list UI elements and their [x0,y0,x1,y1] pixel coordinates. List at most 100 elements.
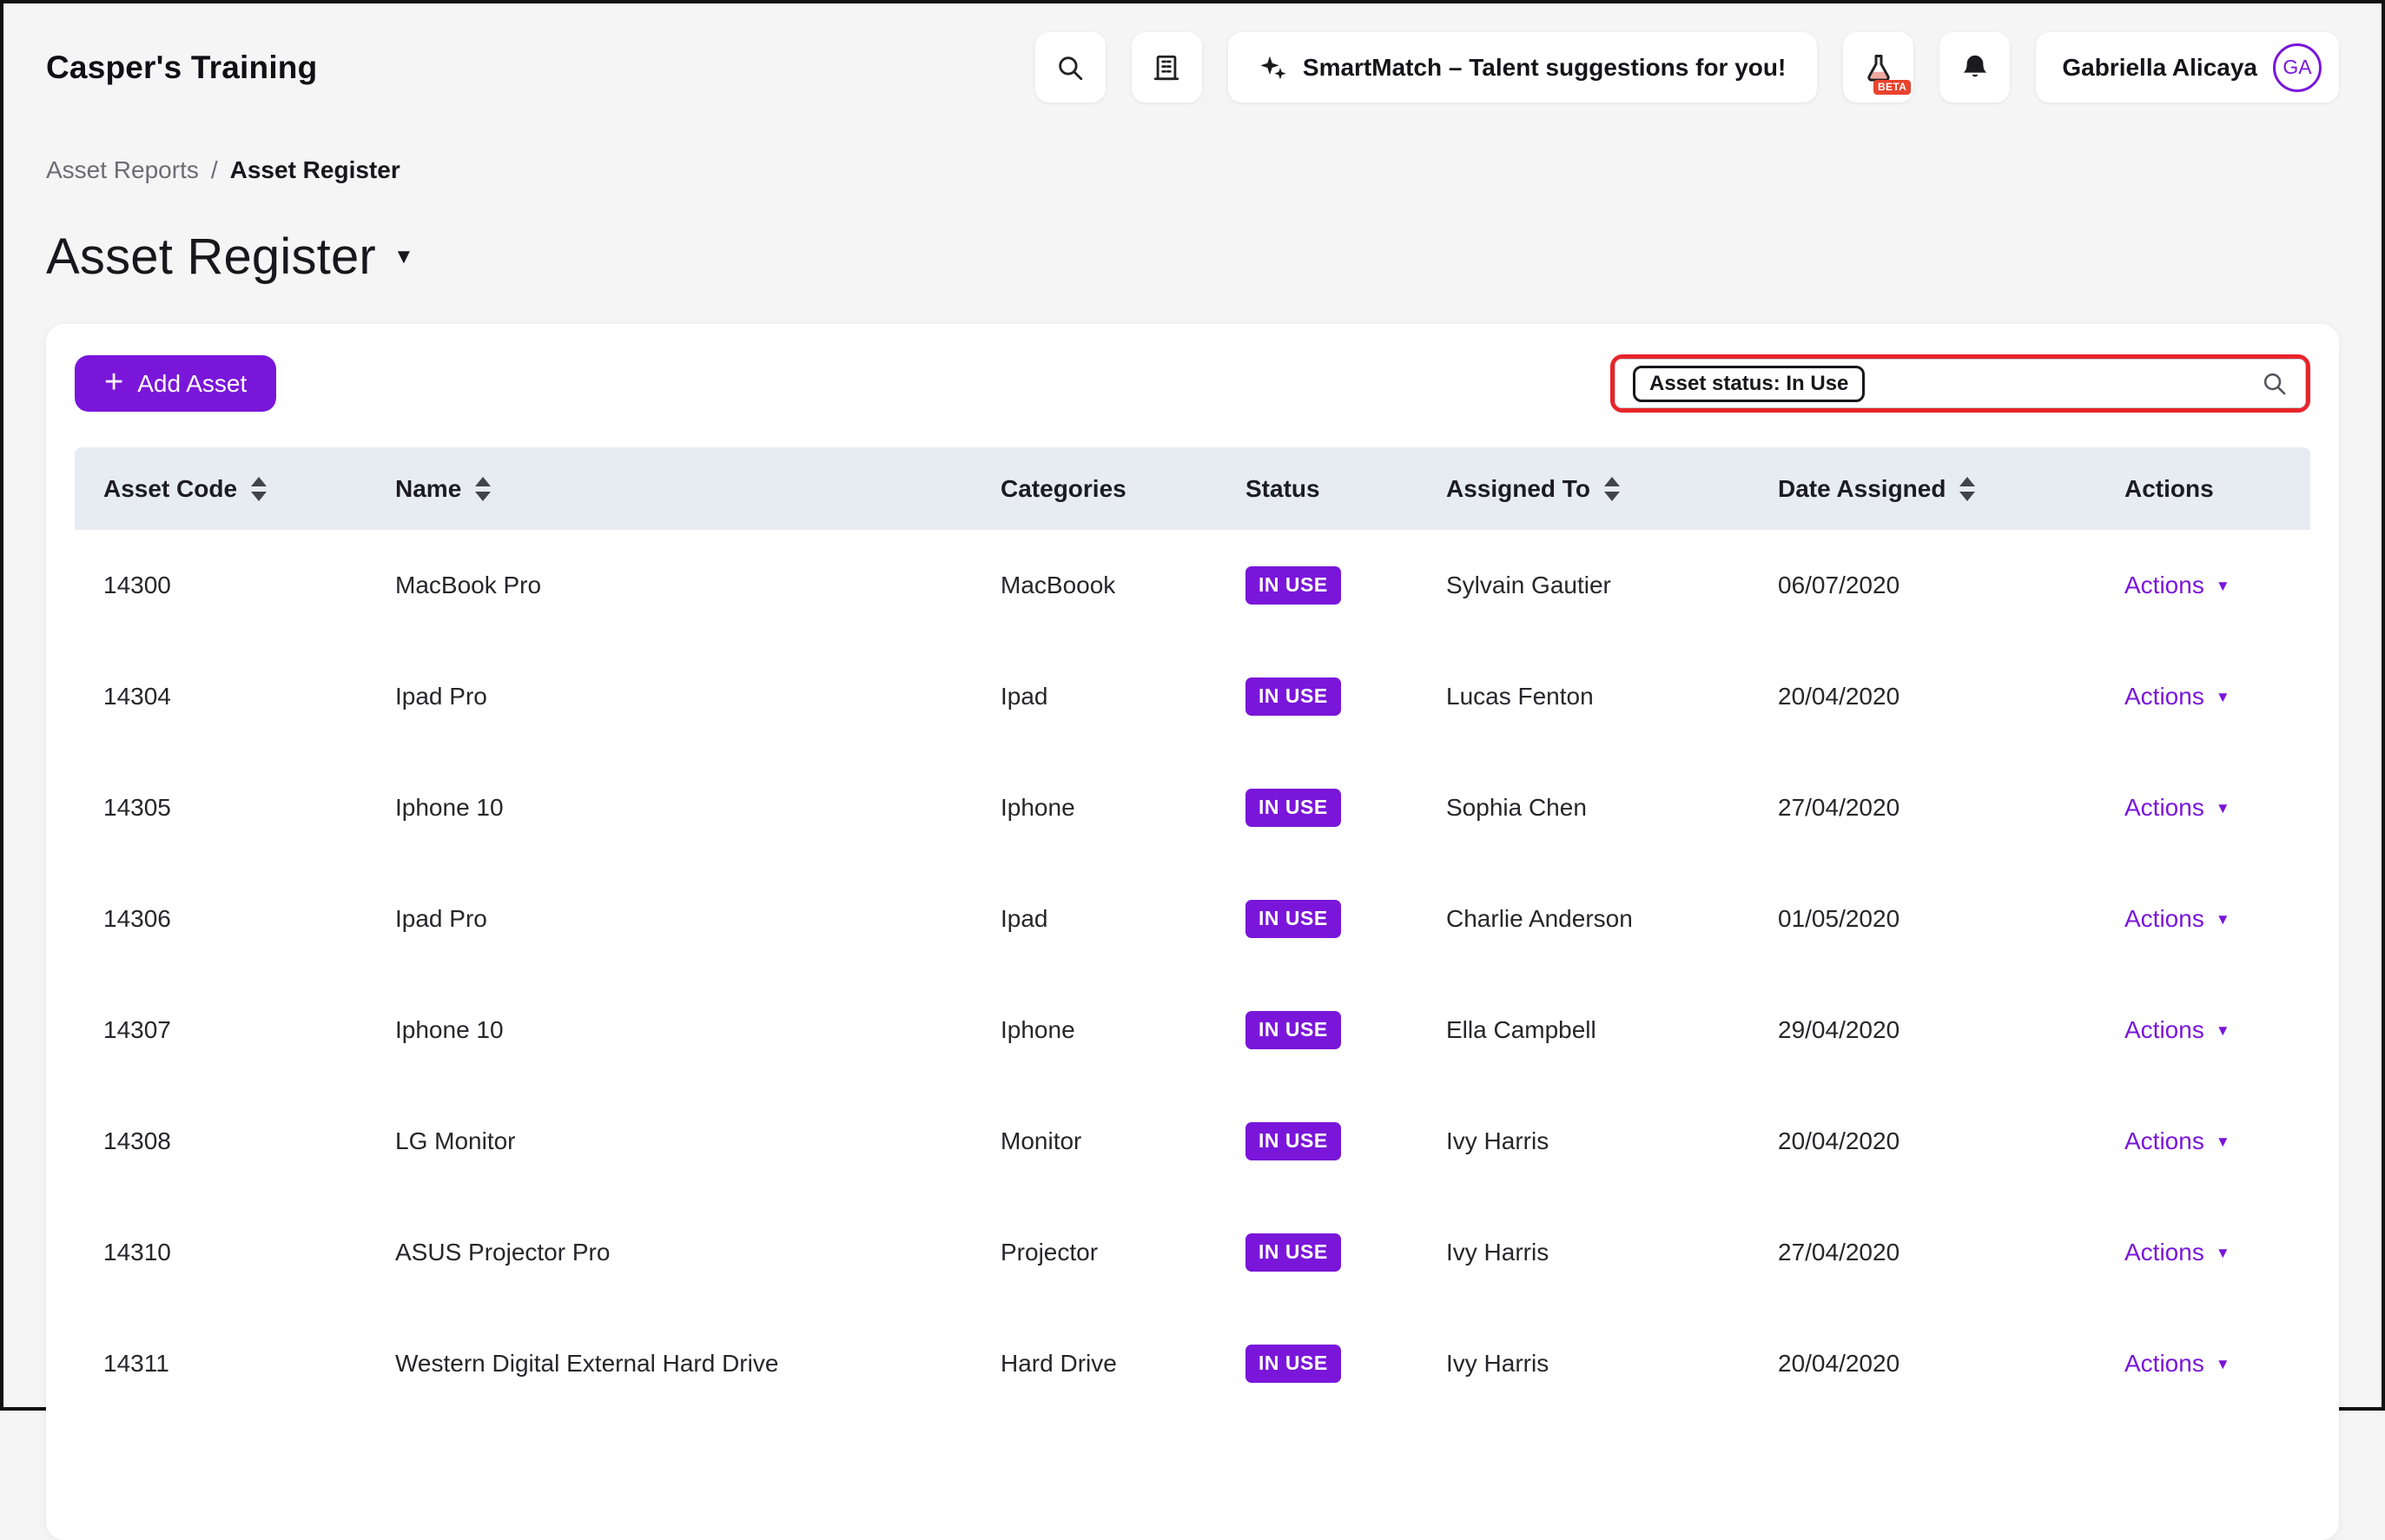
status-badge: IN USE [1245,789,1341,826]
chevron-down-icon: ▼ [2216,1246,2230,1260]
search-icon [1055,53,1085,83]
assigned-to-cell: Sylvain Gautier [1417,530,1749,641]
column-header-assigned-to[interactable]: Assigned To [1417,447,1749,530]
user-menu-button[interactable]: Gabriella Alicaya GA [2036,32,2339,102]
asset-name-cell: Ipad Pro [367,863,972,975]
actions-button[interactable]: Actions ▼ [2124,1016,2230,1044]
user-name: Gabriella Alicaya [2062,54,2257,82]
organisation-button[interactable] [1132,32,1202,102]
page-title: Asset Register [46,228,376,286]
notifications-button[interactable] [1939,32,2010,102]
actions-button[interactable]: Actions ▼ [2124,1127,2230,1155]
asset-code-cell: 14305 [75,752,367,863]
asset-code-cell: 14304 [75,641,367,752]
category-cell: Projector [972,1197,1217,1308]
sort-icon[interactable] [251,477,267,501]
table-row: 14306 Ipad Pro Ipad IN USE Charlie Ander… [75,863,2310,975]
actions-cell: Actions ▼ [2096,752,2310,863]
actions-cell: Actions ▼ [2096,1308,2310,1419]
status-cell: IN USE [1217,641,1417,752]
bell-icon [1960,53,1990,83]
breadcrumb-asset-register: Asset Register [230,156,400,184]
status-cell: IN USE [1217,863,1417,975]
table-row: 14307 Iphone 10 Iphone IN USE Ella Campb… [75,975,2310,1086]
asset-name-cell: ASUS Projector Pro [367,1197,972,1308]
status-badge: IN USE [1245,1233,1341,1271]
column-header-categories: Categories [972,447,1217,530]
actions-button[interactable]: Actions ▼ [2124,683,2230,711]
status-badge: IN USE [1245,677,1341,715]
sparkle-icon [1259,54,1287,82]
asset-name-cell: Iphone 10 [367,975,972,1086]
table-row: 14304 Ipad Pro Ipad IN USE Lucas Fenton … [75,641,2310,752]
date-assigned-cell: 20/04/2020 [1749,1308,2096,1419]
status-badge: IN USE [1245,900,1341,937]
column-header-date-assigned[interactable]: Date Assigned [1749,447,2096,530]
add-asset-button[interactable]: + Add Asset [75,355,276,412]
column-header-name[interactable]: Name [367,447,972,530]
app-title: Casper's Training [46,50,317,86]
asset-code-cell: 14307 [75,975,367,1086]
actions-button[interactable]: Actions ▼ [2124,1350,2230,1378]
assigned-to-cell: Ella Campbell [1417,975,1749,1086]
status-cell: IN USE [1217,530,1417,641]
category-cell: Ipad [972,641,1217,752]
assigned-to-cell: Ivy Harris [1417,1197,1749,1308]
table-row: 14305 Iphone 10 Iphone IN USE Sophia Che… [75,752,2310,863]
smartmatch-label: SmartMatch – Talent suggestions for you! [1303,54,1786,82]
asset-filter-search-input[interactable]: Asset status: In Use [1615,359,2306,408]
add-asset-label: Add Asset [137,370,247,398]
annotation-highlight: Asset status: In Use [1610,354,2310,413]
table-row: 14311 Western Digital External Hard Driv… [75,1308,2310,1419]
actions-button[interactable]: Actions ▼ [2124,905,2230,933]
date-assigned-cell: 20/04/2020 [1749,1086,2096,1197]
sort-icon[interactable] [1604,477,1620,501]
actions-cell: Actions ▼ [2096,530,2310,641]
actions-cell: Actions ▼ [2096,863,2310,975]
category-cell: MacBoook [972,530,1217,641]
sort-icon[interactable] [475,477,491,501]
category-cell: Monitor [972,1086,1217,1197]
actions-cell: Actions ▼ [2096,641,2310,752]
card-toolbar: + Add Asset Asset status: In Use [75,354,2310,413]
labs-button[interactable]: BETA [1843,32,1913,102]
asset-name-cell: Ipad Pro [367,641,972,752]
status-badge: IN USE [1245,1011,1341,1048]
breadcrumb-asset-reports[interactable]: Asset Reports [46,156,199,184]
status-badge: IN USE [1245,1345,1341,1382]
assigned-to-cell: Sophia Chen [1417,752,1749,863]
asset-code-cell: 14300 [75,530,367,641]
chevron-down-icon: ▼ [2216,1023,2230,1038]
asset-name-cell: Iphone 10 [367,752,972,863]
beta-badge: BETA [1873,80,1911,95]
column-header-actions: Actions [2096,447,2310,530]
chevron-down-icon[interactable]: ▼ [393,247,414,268]
actions-cell: Actions ▼ [2096,975,2310,1086]
table-header: Asset Code Name Categories Status [75,447,2310,530]
topbar-actions: SmartMatch – Talent suggestions for you!… [1035,32,2339,102]
chevron-down-icon: ▼ [2216,801,2230,816]
page-title-row: Asset Register ▼ [46,228,2339,286]
chevron-down-icon: ▼ [2216,690,2230,704]
status-badge: IN USE [1245,566,1341,604]
filter-tag-asset-status[interactable]: Asset status: In Use [1633,366,1865,402]
status-cell: IN USE [1217,1197,1417,1308]
status-cell: IN USE [1217,975,1417,1086]
status-cell: IN USE [1217,1086,1417,1197]
actions-button[interactable]: Actions ▼ [2124,1239,2230,1266]
status-cell: IN USE [1217,1308,1417,1419]
asset-name-cell: Western Digital External Hard Drive [367,1308,972,1419]
asset-register-card: + Add Asset Asset status: In Use [46,324,2339,1540]
screen: Casper's Training [3,32,2382,1436]
sort-icon[interactable] [1959,477,1975,501]
column-header-asset-code[interactable]: Asset Code [75,447,367,530]
actions-button[interactable]: Actions ▼ [2124,572,2230,599]
search-icon [2261,370,2288,397]
search-button[interactable] [1035,32,1106,102]
smartmatch-button[interactable]: SmartMatch – Talent suggestions for you! [1228,32,1817,102]
status-cell: IN USE [1217,752,1417,863]
category-cell: Ipad [972,863,1217,975]
building-icon [1152,53,1181,83]
actions-button[interactable]: Actions ▼ [2124,794,2230,822]
table-body: 14300 MacBook Pro MacBoook IN USE Sylvai… [75,530,2310,1419]
